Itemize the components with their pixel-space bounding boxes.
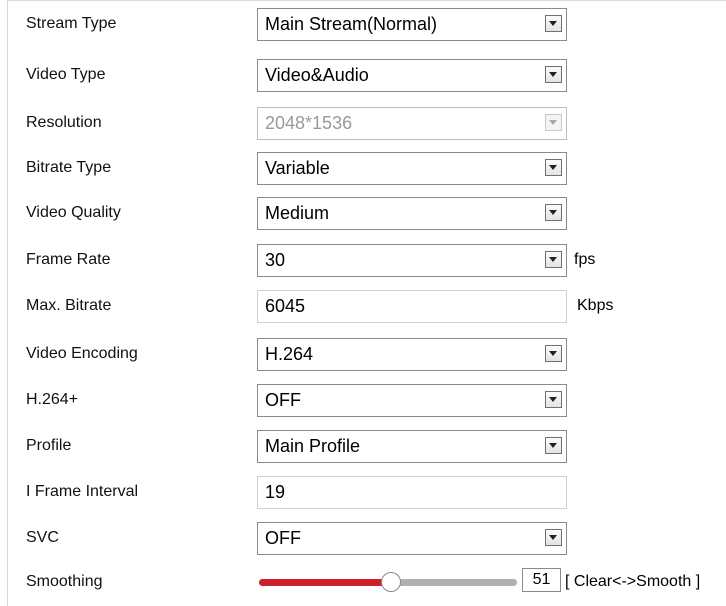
- chevron-down-icon[interactable]: [545, 391, 562, 408]
- row-resolution: Resolution 2048*1536: [8, 100, 726, 146]
- max-bitrate-input[interactable]: 6045: [257, 290, 567, 323]
- bitrate-type-select[interactable]: Variable: [257, 152, 567, 185]
- frame-rate-value: 30: [265, 250, 286, 270]
- stream-type-value: Main Stream(Normal): [265, 14, 438, 34]
- row-h264-plus: H.264+ OFF: [8, 377, 726, 423]
- chevron-down-icon[interactable]: [545, 529, 562, 546]
- i-frame-interval-label: I Frame Interval: [26, 483, 139, 500]
- resolution-label: Resolution: [26, 114, 102, 131]
- frame-rate-unit: fps: [574, 251, 596, 268]
- row-i-frame-interval: I Frame Interval 19: [8, 469, 726, 515]
- row-video-encoding: Video Encoding H.264: [8, 331, 726, 377]
- smoothing-slider-handle[interactable]: [380, 572, 401, 592]
- smoothing-track-fill: [259, 579, 391, 586]
- stream-type-select[interactable]: Main Stream(Normal): [257, 8, 567, 41]
- svc-label: SVC: [26, 529, 59, 546]
- chevron-down-icon[interactable]: [545, 159, 562, 176]
- svc-select[interactable]: OFF: [257, 522, 567, 555]
- row-svc: SVC OFF: [8, 515, 726, 561]
- profile-value: Main Profile: [265, 436, 361, 456]
- row-profile: Profile Main Profile: [8, 423, 726, 469]
- resolution-select: 2048*1536: [257, 107, 567, 140]
- svc-value: OFF: [265, 528, 301, 548]
- max-bitrate-unit: Kbps: [577, 297, 614, 314]
- profile-label: Profile: [26, 437, 72, 454]
- smoothing-value-box[interactable]: 51: [522, 568, 561, 592]
- row-smoothing: Smoothing 51 [ Clear<->Smooth ]: [8, 559, 726, 605]
- h264-plus-select[interactable]: OFF: [257, 384, 567, 417]
- row-frame-rate: Frame Rate 30 fps: [8, 237, 726, 283]
- video-encoding-value: H.264: [265, 344, 314, 364]
- chevron-down-icon[interactable]: [545, 345, 562, 362]
- frame-rate-select[interactable]: 30: [257, 244, 567, 277]
- frame-rate-label: Frame Rate: [26, 251, 111, 268]
- chevron-down-icon[interactable]: [545, 66, 562, 83]
- h264-plus-label: H.264+: [26, 391, 79, 408]
- max-bitrate-label: Max. Bitrate: [26, 297, 112, 314]
- smoothing-hint: [ Clear<->Smooth ]: [565, 573, 701, 590]
- video-quality-value: Medium: [265, 203, 330, 223]
- row-video-type: Video Type Video&Audio: [8, 52, 726, 98]
- h264-plus-value: OFF: [265, 390, 301, 410]
- smoothing-label: Smoothing: [26, 573, 103, 590]
- chevron-down-icon[interactable]: [545, 251, 562, 268]
- bitrate-type-label: Bitrate Type: [26, 159, 112, 176]
- video-encoding-label: Video Encoding: [26, 345, 138, 362]
- video-type-select[interactable]: Video&Audio: [257, 59, 567, 92]
- i-frame-interval-value: 19: [265, 482, 286, 502]
- video-type-value: Video&Audio: [265, 65, 369, 85]
- chevron-down-icon[interactable]: [545, 204, 562, 221]
- video-type-label: Video Type: [26, 66, 106, 83]
- row-stream-type: Stream Type Main Stream(Normal): [8, 1, 726, 47]
- chevron-down-icon[interactable]: [545, 437, 562, 454]
- max-bitrate-value: 6045: [265, 296, 306, 316]
- bitrate-type-value: Variable: [265, 158, 330, 178]
- video-quality-label: Video Quality: [26, 204, 121, 221]
- stream-type-label: Stream Type: [26, 15, 117, 32]
- row-video-quality: Video Quality Medium: [8, 190, 726, 236]
- resolution-value: 2048*1536: [265, 113, 353, 133]
- video-settings-panel: Stream Type Main Stream(Normal) Video Ty…: [7, 0, 726, 606]
- profile-select[interactable]: Main Profile: [257, 430, 567, 463]
- video-quality-select[interactable]: Medium: [257, 197, 567, 230]
- video-encoding-select[interactable]: H.264: [257, 338, 567, 371]
- row-max-bitrate: Max. Bitrate 6045 Kbps: [8, 283, 726, 329]
- smoothing-slider[interactable]: [259, 559, 517, 605]
- chevron-down-icon: [545, 114, 562, 131]
- chevron-down-icon[interactable]: [545, 15, 562, 32]
- i-frame-interval-input[interactable]: 19: [257, 476, 567, 509]
- row-bitrate-type: Bitrate Type Variable: [8, 145, 726, 191]
